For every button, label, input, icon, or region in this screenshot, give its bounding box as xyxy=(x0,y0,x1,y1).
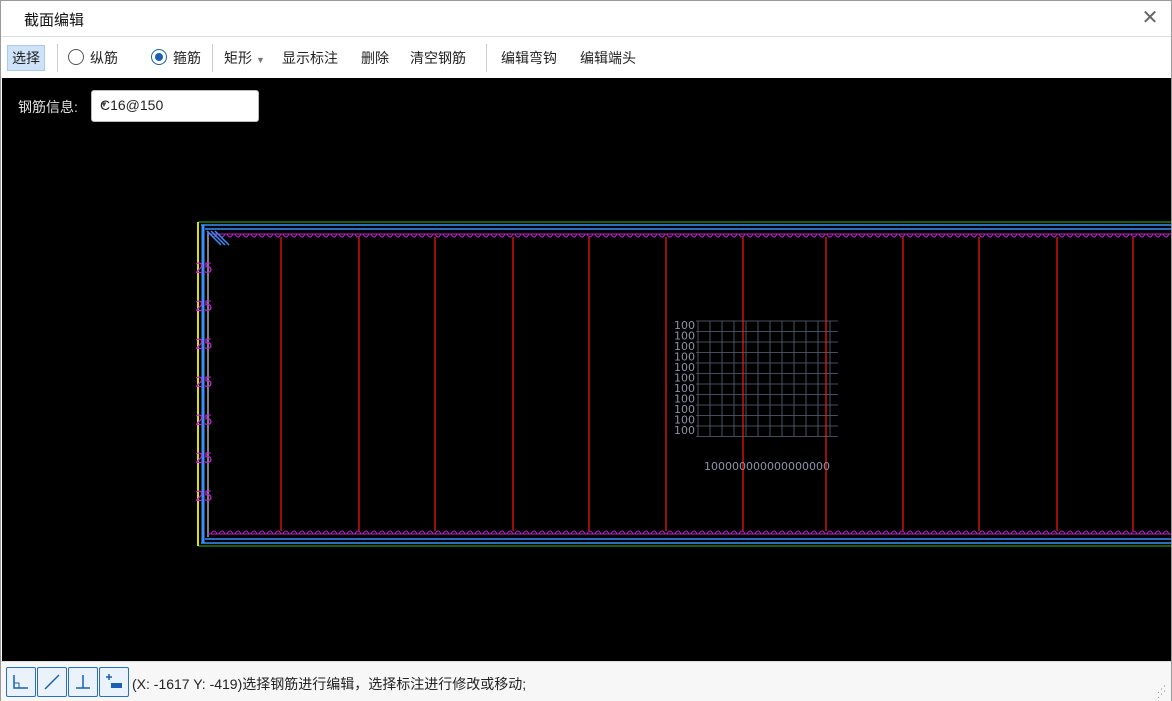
radio-selected-icon xyxy=(151,49,167,65)
toolbar-divider xyxy=(57,44,58,72)
toolbar: 选择 纵筋 箍筋 矩形 ▼ 显示标注 删除 清空钢筋 编辑弯钩 编辑端头 xyxy=(1,36,1171,79)
longitudinal-label: 纵筋 xyxy=(90,50,118,66)
side-dimension-label: 25 xyxy=(195,337,213,353)
drawing-canvas[interactable]: 25 25 25 25 25 25 25 100 100 100 100 100 100 100 100 10… xyxy=(2,78,1171,661)
stirrup-radio[interactable]: 箍筋 xyxy=(151,45,201,71)
table-row-label: 100 xyxy=(674,424,695,437)
ortho-snap-icon xyxy=(13,675,28,689)
perpendicular-snap-icon xyxy=(76,675,90,689)
longitudinal-radio[interactable]: 纵筋 xyxy=(68,45,118,71)
stirrup-label: 箍筋 xyxy=(173,50,201,66)
toolbar-divider xyxy=(212,44,213,72)
status-text: (X: -1617 Y: -419)选择钢筋进行编辑，选择标注进行修改或移动; xyxy=(132,676,527,692)
show-annotation-button[interactable]: 显示标注 xyxy=(282,45,338,71)
radio-icon xyxy=(68,49,84,65)
clear-rebar-button[interactable]: 清空钢筋 xyxy=(410,45,466,71)
chevron-down-icon: ▼ xyxy=(256,55,265,65)
add-point-button[interactable] xyxy=(99,667,129,697)
rebar-info-label: 钢筋信息: xyxy=(18,99,78,115)
status-bar: (X: -1617 Y: -419)选择钢筋进行编辑，选择标注进行修改或移动; … xyxy=(1,661,1171,701)
table-footer-label: 100000000000000000 xyxy=(704,460,830,473)
rebar-info-select[interactable]: C16@150 ▼ xyxy=(91,90,259,122)
section-editor-window: 截面编辑 ✕ 选择 纵筋 箍筋 矩形 ▼ 显示标注 删除 清空钢筋 编辑弯钩 编辑… xyxy=(0,0,1172,701)
toolbar-divider xyxy=(486,44,487,72)
side-dimension-label: 25 xyxy=(195,261,213,277)
side-dimension-label: 25 xyxy=(195,375,213,391)
title-bar: 截面编辑 ✕ xyxy=(1,1,1171,35)
chevron-down-icon: ▼ xyxy=(100,100,108,109)
close-icon[interactable]: ✕ xyxy=(1137,5,1163,31)
ortho-snap-button[interactable] xyxy=(6,667,36,697)
side-dimension-label: 25 xyxy=(195,451,213,467)
line-snap-button[interactable] xyxy=(37,667,67,697)
resize-grip-icon[interactable]: ⋰ ⋰ xyxy=(1157,685,1167,699)
side-dimension-label: 25 xyxy=(195,413,213,429)
side-dimension-label: 25 xyxy=(195,299,213,315)
add-point-icon xyxy=(106,674,122,688)
perpendicular-snap-button[interactable] xyxy=(68,667,98,697)
delete-button[interactable]: 删除 xyxy=(361,45,389,71)
line-snap-icon xyxy=(44,674,60,690)
edit-end-button[interactable]: 编辑端头 xyxy=(580,45,636,71)
shape-dropdown[interactable]: 矩形 ▼ xyxy=(224,45,265,71)
select-button[interactable]: 选择 xyxy=(7,45,45,71)
shape-label: 矩形 xyxy=(224,50,252,66)
side-dimension-label: 25 xyxy=(195,489,213,505)
window-title: 截面编辑 xyxy=(24,12,85,29)
section-drawing[interactable]: 2525252525252510010010010010010010010010… xyxy=(2,78,1171,661)
edit-hook-button[interactable]: 编辑弯钩 xyxy=(501,45,557,71)
